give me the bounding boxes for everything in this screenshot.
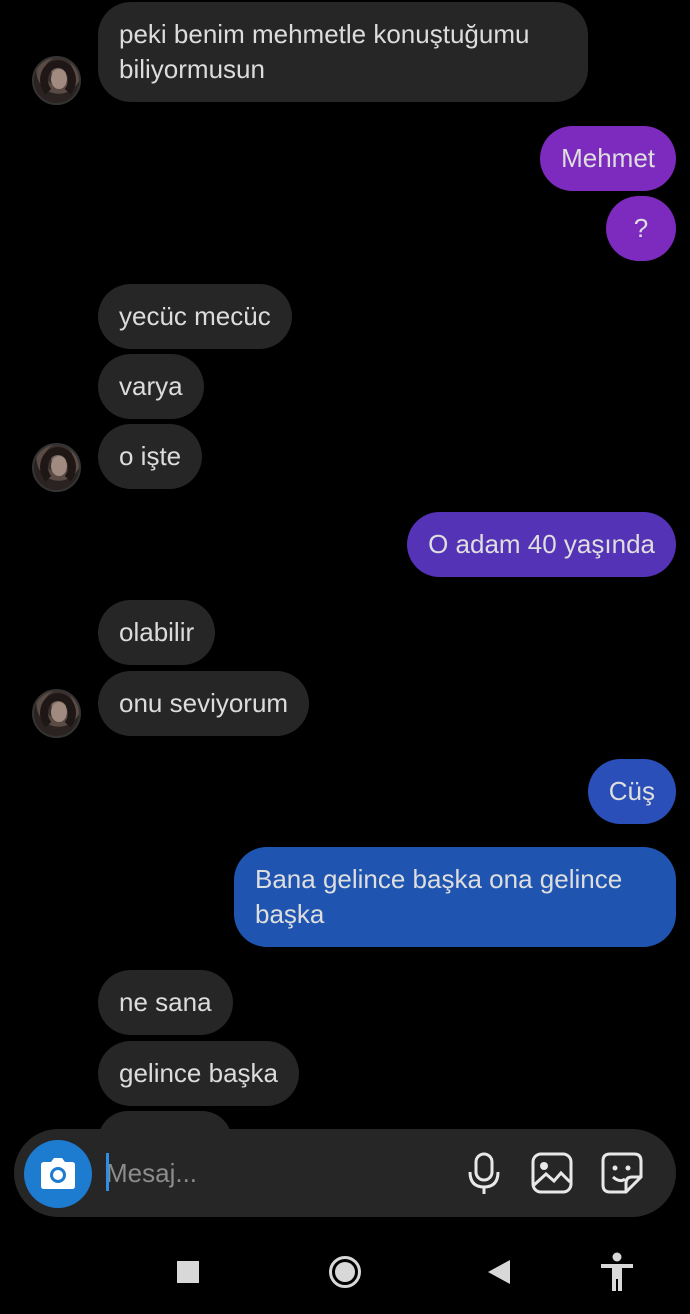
contact-avatar[interactable]	[32, 689, 81, 738]
message-bubble-incoming[interactable]: yecüc mecüc	[98, 284, 292, 349]
message-bubble-incoming[interactable]: ne sana	[98, 970, 233, 1035]
message-bubble-incoming[interactable]: onu seviyorum	[98, 671, 310, 736]
text-cursor	[106, 1153, 109, 1191]
recents-square-icon[interactable]	[177, 1261, 199, 1283]
chat-thread[interactable]: peki benim mehmetle konuştuğumu biliyorm…	[0, 0, 690, 1130]
contact-avatar[interactable]	[32, 56, 81, 105]
accessibility-icon[interactable]	[600, 1252, 634, 1292]
system-navigation-bar	[0, 1230, 690, 1314]
message-bubble-outgoing[interactable]: ?	[606, 196, 676, 261]
message-composer	[14, 1129, 676, 1217]
message-input[interactable]	[106, 1149, 436, 1197]
message-bubble-outgoing[interactable]: Mehmet	[540, 126, 676, 191]
back-triangle-icon[interactable]	[488, 1260, 510, 1284]
message-bubble-outgoing[interactable]: Cüş	[587, 759, 676, 824]
message-bubble-incoming[interactable]: varya	[98, 354, 204, 419]
message-bubble-incoming[interactable]: o işte	[98, 424, 203, 489]
message-bubble-incoming[interactable]: gelince başka	[98, 1041, 299, 1106]
message-bubble-incoming[interactable]: olabilir	[98, 600, 216, 665]
sticker-icon[interactable]	[600, 1151, 644, 1195]
message-bubble-incoming[interactable]: peki benim mehmetle konuştuğumu biliyorm…	[98, 2, 588, 102]
message-bubble-outgoing[interactable]: Bana gelince başka ona gelince başka	[234, 847, 676, 947]
camera-button[interactable]	[24, 1140, 92, 1208]
home-circle-icon[interactable]	[328, 1255, 362, 1289]
message-bubble-incoming-partial[interactable]	[98, 1111, 232, 1130]
microphone-icon[interactable]	[462, 1151, 506, 1195]
gallery-icon[interactable]	[530, 1151, 574, 1195]
message-bubble-outgoing[interactable]: O adam 40 yaşında	[407, 512, 676, 577]
camera-icon	[41, 1158, 75, 1189]
contact-avatar[interactable]	[32, 443, 81, 492]
